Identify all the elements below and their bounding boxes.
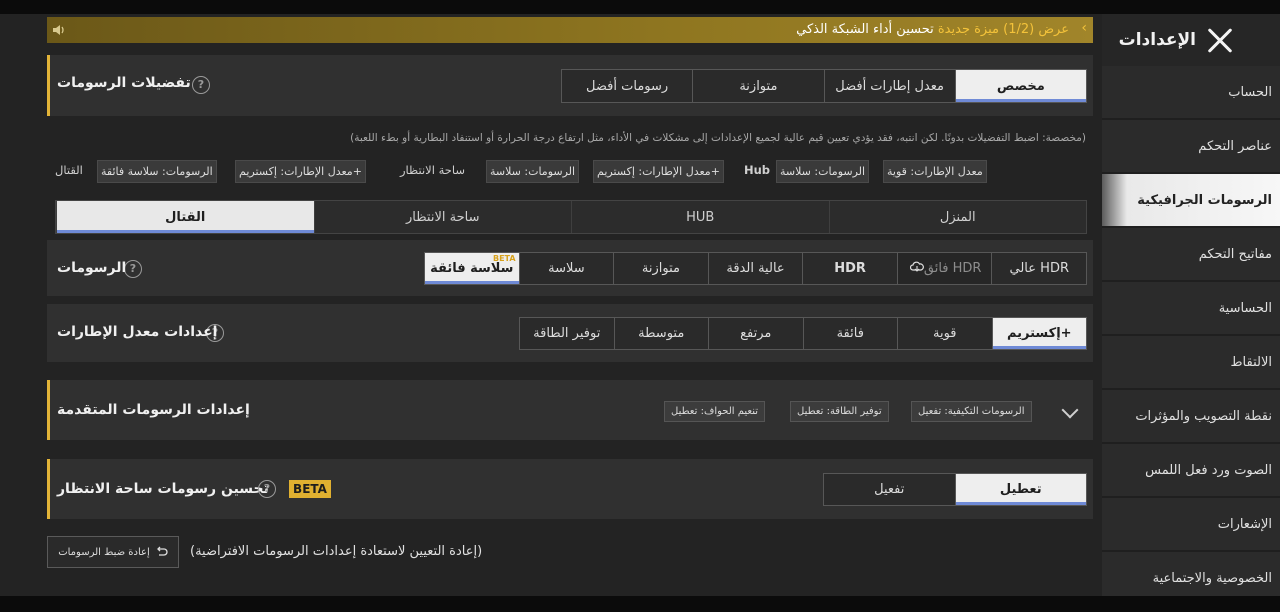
- tab-lobby[interactable]: ساحة الانتظار: [313, 201, 572, 233]
- settings-sidebar: الحساب عناصر التحكم الرسومات الجرافيكية …: [1102, 66, 1280, 596]
- graphics-prefs-label: تفضيلات الرسومات: [57, 75, 191, 91]
- sidebar-item-label: عناصر التحكم: [1198, 138, 1272, 154]
- option-label: سلاسة فائقة: [430, 261, 514, 276]
- accent-bar: [47, 459, 50, 519]
- notice-bar[interactable]: عرض (1/2) ميزة جديدة تحسين أداء الشبكة ا…: [47, 17, 1093, 43]
- help-icon[interactable]: ?: [124, 260, 142, 278]
- fps-selector: توفير الطاقة متوسطة مرتفع فائقة قوية إكس…: [519, 317, 1087, 350]
- beta-mini-badge: BETA: [492, 254, 516, 263]
- sidebar-item-label: الصوت ورد فعل اللمس: [1145, 462, 1272, 478]
- option-better-graphics[interactable]: رسومات أفضل: [562, 70, 692, 102]
- sidebar-item-account[interactable]: الحساب: [1102, 66, 1280, 118]
- option-ultra[interactable]: فائقة: [802, 318, 898, 349]
- sidebar-item-sound[interactable]: الصوت ورد فعل اللمس: [1102, 444, 1280, 496]
- lobby-enhance-label: تحسين رسومات ساحة الانتظار: [57, 481, 269, 497]
- lobby-label: ساحة الانتظار: [400, 163, 465, 177]
- antialias-chip: تنعيم الحواف: تعطيل: [664, 401, 766, 422]
- option-enable[interactable]: تفعيل: [824, 474, 955, 505]
- sidebar-item-label: الخصوصية والاجتماعية: [1152, 570, 1272, 586]
- option-balanced[interactable]: متوازنة: [692, 70, 823, 102]
- notice-message: تحسين أداء الشبكة الذكي: [796, 22, 934, 37]
- tab-battle[interactable]: القتال: [56, 201, 314, 233]
- sidebar-item-label: الحساب: [1228, 84, 1272, 100]
- reset-graphics-button[interactable]: إعادة ضبط الرسومات: [47, 536, 179, 568]
- close-icon[interactable]: [1206, 27, 1234, 55]
- help-icon[interactable]: ?: [258, 480, 276, 498]
- sidebar-item-label: مفاتيح التحكم: [1198, 246, 1272, 262]
- tab-hub[interactable]: HUB: [571, 201, 829, 233]
- option-strong[interactable]: قوية: [897, 318, 992, 349]
- option-medium[interactable]: متوسطة: [613, 318, 709, 349]
- help-icon[interactable]: ?: [192, 76, 210, 94]
- beta-badge: BETA: [289, 480, 331, 498]
- sidebar-item-label: الرسومات الجرافيكية: [1137, 192, 1272, 208]
- option-high-hdr[interactable]: عالي HDR: [991, 253, 1086, 284]
- lobby-gfx-chip: الرسومات: سلاسة: [486, 160, 580, 183]
- fps-label: إعدادات معدل الإطارات: [57, 324, 218, 340]
- graphics-label: الرسومات: [57, 260, 127, 276]
- adaptive-gfx-chip: الرسومات التكيفية: تفعيل: [911, 401, 1032, 422]
- notice-text: عرض (1/2) ميزة جديدة تحسين أداء الشبكة ا…: [796, 22, 1069, 37]
- option-ultra-hdr[interactable]: فائق HDR: [896, 253, 992, 284]
- sidebar-item-label: الإشعارات: [1217, 516, 1272, 532]
- graphics-prefs-selector: رسومات أفضل متوازنة معدل إطارات أفضل مخص…: [561, 69, 1087, 103]
- sidebar-item-sensitivity[interactable]: الحساسية: [1102, 282, 1280, 334]
- notice-prefix: عرض (1/2): [1003, 22, 1069, 37]
- hub-fps-chip: معدل الإطارات: قوية: [883, 160, 987, 183]
- lobby-fps-chip: معدل الإطارات: إكستريم+: [593, 160, 724, 183]
- sidebar-item-label: نقطة التصويب والمؤثرات: [1135, 408, 1272, 424]
- lobby-enhance-selector: تفعيل تعطيل: [823, 473, 1087, 506]
- reset-description: (إعادة التعيين لاستعادة إعدادات الرسومات…: [190, 544, 483, 559]
- sidebar-item-label: الالتقاط: [1230, 354, 1272, 370]
- accent-bar: [47, 380, 50, 440]
- top-strip: [0, 0, 1280, 14]
- battle-fps-chip: معدل الإطارات: إكستريم+: [235, 160, 366, 183]
- cloud-icon: [909, 261, 924, 277]
- sidebar-item-pickup[interactable]: الالتقاط: [1102, 336, 1280, 388]
- sidebar-item-notifications[interactable]: الإشعارات: [1102, 498, 1280, 550]
- graphics-selector: سلاسة فائقة BETA سلاسة متوازنة عالية الد…: [424, 252, 1087, 285]
- bottom-strip: [0, 596, 1280, 612]
- prefs-description: (مخصصة: اضبط التفضيلات بدونًا. لكن انتبه…: [350, 132, 1086, 144]
- hub-gfx-chip: الرسومات: سلاسة: [776, 160, 870, 183]
- option-hd[interactable]: عالية الدقة: [707, 253, 803, 284]
- power-save-chip: توفير الطاقة: تعطيل: [790, 401, 889, 422]
- sidebar-item-control-keys[interactable]: مفاتيح التحكم: [1102, 228, 1280, 280]
- option-hdr[interactable]: HDR: [802, 253, 897, 284]
- prefs-summary-row: القتال الرسومات: سلاسة فائقة معدل الإطار…: [55, 160, 995, 183]
- option-better-fps[interactable]: معدل إطارات أفضل: [823, 70, 955, 102]
- option-extreme-plus[interactable]: إكستريم+: [991, 318, 1086, 349]
- accent-bar: [47, 55, 50, 116]
- option-power-saving[interactable]: توفير الطاقة: [520, 318, 614, 349]
- tab-home[interactable]: المنزل: [828, 201, 1087, 233]
- sidebar-item-label: الحساسية: [1218, 300, 1272, 316]
- option-label: فائق HDR: [923, 261, 982, 276]
- battle-label: القتال: [55, 163, 83, 177]
- option-custom[interactable]: مخصص: [954, 70, 1086, 102]
- reset-icon: [156, 546, 168, 559]
- option-high[interactable]: مرتفع: [708, 318, 803, 349]
- sidebar-item-graphics[interactable]: الرسومات الجرافيكية: [1102, 174, 1280, 226]
- speaker-icon: [51, 22, 67, 38]
- sidebar-item-controls[interactable]: عناصر التحكم: [1102, 120, 1280, 172]
- sidebar-item-privacy[interactable]: الخصوصية والاجتماعية: [1102, 552, 1280, 596]
- reset-button-label: إعادة ضبط الرسومات: [58, 546, 150, 558]
- chevron-left-icon[interactable]: ‹: [1081, 20, 1087, 36]
- hub-label: Hub: [744, 163, 771, 177]
- battle-gfx-chip: الرسومات: سلاسة فائقة: [97, 160, 217, 183]
- sidebar-item-crosshair[interactable]: نقطة التصويب والمؤثرات: [1102, 390, 1280, 442]
- settings-title: الإعدادات: [1118, 30, 1196, 50]
- option-disable[interactable]: تعطيل: [954, 474, 1086, 505]
- option-ultra-smooth[interactable]: سلاسة فائقة BETA: [425, 253, 519, 284]
- option-smooth[interactable]: سلاسة: [518, 253, 614, 284]
- mode-tabs: القتال ساحة الانتظار HUB المنزل: [55, 200, 1087, 234]
- option-balanced-gfx[interactable]: متوازنة: [613, 253, 708, 284]
- notice-tag: ميزة جديدة: [937, 22, 999, 37]
- advanced-label: إعدادات الرسومات المتقدمة: [57, 402, 250, 418]
